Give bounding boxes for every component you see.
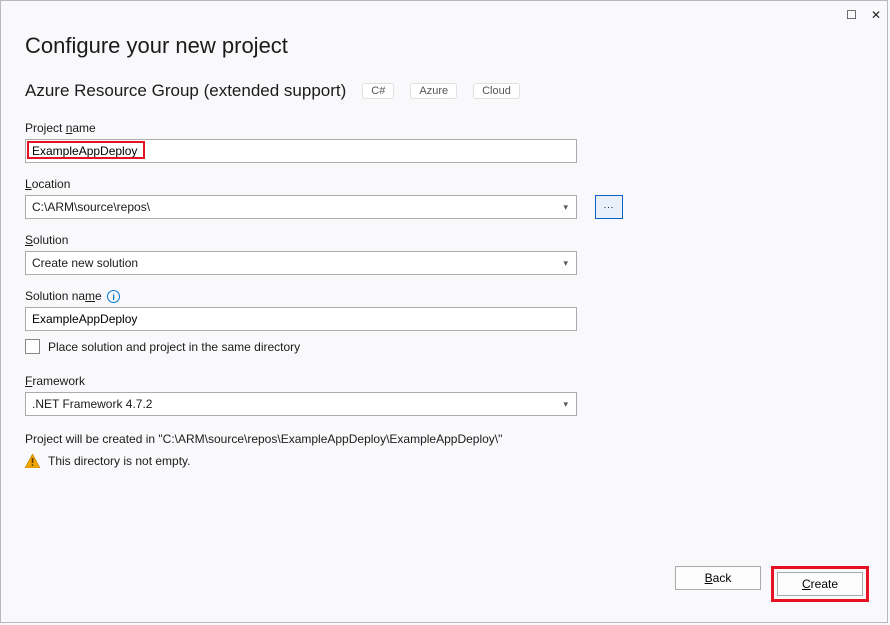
framework-value: .NET Framework 4.7.2 bbox=[32, 397, 152, 411]
tag-cloud: Cloud bbox=[473, 83, 520, 99]
browse-button[interactable]: ... bbox=[595, 195, 623, 219]
warning-row: This directory is not empty. bbox=[25, 454, 863, 468]
titlebar: ☐ ✕ bbox=[1, 1, 887, 29]
project-path-note: Project will be created in "C:\ARM\sourc… bbox=[25, 432, 863, 446]
solution-label: Solution bbox=[25, 233, 863, 247]
same-directory-checkbox[interactable] bbox=[25, 339, 40, 354]
maximize-icon[interactable]: ☐ bbox=[846, 8, 857, 22]
solution-combo[interactable]: Create new solution ▾ bbox=[25, 251, 577, 275]
subheader-row: Azure Resource Group (extended support) … bbox=[25, 81, 863, 101]
location-value: C:\ARM\source\repos\ bbox=[32, 200, 150, 214]
tag-csharp: C# bbox=[362, 83, 394, 99]
create-button[interactable]: Create bbox=[777, 572, 863, 596]
solution-value: Create new solution bbox=[32, 256, 138, 270]
framework-label: Framework bbox=[25, 374, 863, 388]
chevron-down-icon: ▾ bbox=[563, 202, 568, 213]
content-area: Configure your new project Azure Resourc… bbox=[1, 29, 887, 566]
project-template-name: Azure Resource Group (extended support) bbox=[25, 81, 346, 101]
page-title: Configure your new project bbox=[25, 33, 863, 59]
create-button-highlight: Create bbox=[771, 566, 869, 602]
tag-azure: Azure bbox=[410, 83, 457, 99]
solution-name-input[interactable] bbox=[25, 307, 577, 331]
location-label: Location bbox=[25, 177, 863, 191]
same-directory-label: Place solution and project in the same d… bbox=[48, 340, 300, 354]
chevron-down-icon: ▾ bbox=[563, 399, 568, 410]
same-directory-checkbox-row[interactable]: Place solution and project in the same d… bbox=[25, 339, 863, 354]
location-combo[interactable]: C:\ARM\source\repos\ ▾ bbox=[25, 195, 577, 219]
dialog-window: ☐ ✕ Configure your new project Azure Res… bbox=[0, 0, 888, 623]
warning-icon bbox=[25, 454, 40, 468]
close-icon[interactable]: ✕ bbox=[871, 8, 881, 22]
warning-text: This directory is not empty. bbox=[48, 454, 191, 468]
back-button[interactable]: Back bbox=[675, 566, 761, 590]
framework-combo[interactable]: .NET Framework 4.7.2 ▾ bbox=[25, 392, 577, 416]
solution-name-label: Solution name i bbox=[25, 289, 863, 303]
info-icon[interactable]: i bbox=[107, 290, 120, 303]
chevron-down-icon: ▾ bbox=[563, 258, 568, 269]
footer: Back Create bbox=[1, 566, 887, 622]
project-name-input[interactable] bbox=[25, 139, 577, 163]
project-name-label: Project name bbox=[25, 121, 863, 135]
